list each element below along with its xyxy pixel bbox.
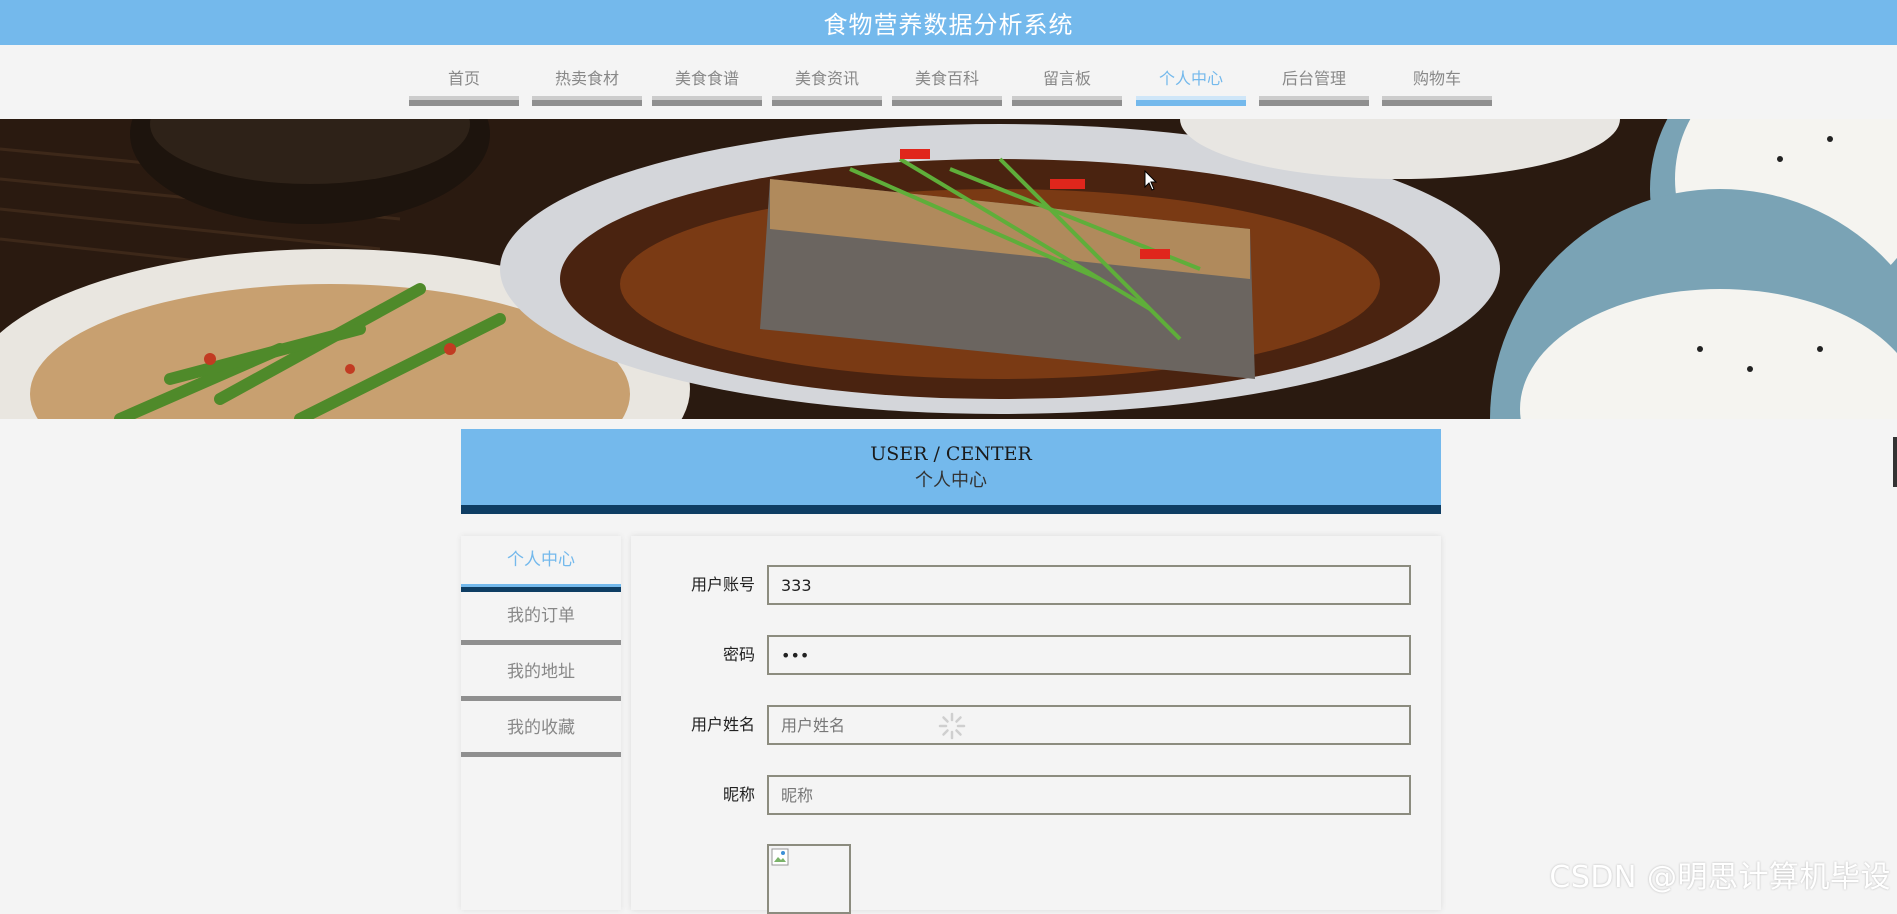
nav-item-label: 首页: [447, 69, 480, 88]
broken-image-icon: [771, 848, 789, 866]
sidebar-item-my-favorites[interactable]: 我的收藏: [461, 704, 621, 760]
password-input[interactable]: [767, 635, 1411, 675]
nav-item-label: 热卖食材: [554, 69, 619, 88]
nav-item-underline: [409, 96, 519, 106]
nav-item-recipes[interactable]: 美食食谱: [652, 65, 762, 110]
nav-item-label: 留言板: [1042, 69, 1091, 88]
nickname-input[interactable]: [767, 775, 1411, 815]
nav-item-underline: [1136, 96, 1246, 106]
sidebar-item-underline: [461, 696, 621, 701]
sidebar-item-my-orders[interactable]: 我的订单: [461, 592, 621, 648]
nav-item-underline: [1259, 96, 1369, 106]
nav-item-user-center[interactable]: 个人中心: [1136, 65, 1246, 110]
food-banner-image: [0, 119, 1897, 419]
nav-item-hot-ingredients[interactable]: 热卖食材: [532, 65, 642, 110]
nav-item-food-news[interactable]: 美食资讯: [772, 65, 882, 110]
avatar-image[interactable]: [767, 844, 851, 914]
nav-item-underline: [1382, 96, 1492, 106]
nav-item-home[interactable]: 首页: [409, 65, 519, 110]
nav-item-message-board[interactable]: 留言板: [1012, 65, 1122, 110]
user-center-header: USER / CENTER 个人中心: [461, 429, 1441, 514]
sidebar-item-label: 我的收藏: [507, 718, 575, 738]
sidebar-item-underline: [461, 640, 621, 645]
mouse-cursor-icon: [1144, 170, 1158, 191]
nav-item-label: 美食食谱: [674, 69, 739, 88]
form-row-username: 用户姓名: [631, 705, 1441, 745]
user-center-title-cn: 个人中心: [915, 469, 987, 491]
nav-item-underline: [532, 96, 642, 106]
profile-form: 用户账号 密码 用户姓名 昵称: [631, 536, 1441, 914]
nav-item-label: 后台管理: [1281, 69, 1346, 88]
csdn-watermark: CSDN @明思计算机毕设: [1549, 860, 1891, 895]
nickname-label: 昵称: [722, 785, 755, 804]
nav-item-label: 美食资讯: [794, 69, 859, 88]
user-center-title-en: USER / CENTER: [870, 442, 1032, 465]
form-row-account: 用户账号: [631, 565, 1441, 605]
sidebar-item-my-addresses[interactable]: 我的地址: [461, 648, 621, 704]
nav-item-label: 购物车: [1412, 69, 1461, 88]
site-title: 食物营养数据分析系统: [823, 11, 1074, 39]
sidebar-item-label: 我的订单: [507, 606, 575, 626]
banner-illustration: [0, 119, 1897, 419]
form-row-password: 密码: [631, 635, 1441, 675]
main-nav: 首页 热卖食材 美食食谱 美食资讯 美食百科 留言板 个人中心 后台管理 购物车: [0, 45, 1897, 119]
account-label: 用户账号: [690, 575, 755, 594]
sidebar-item-user-center[interactable]: 个人中心: [461, 536, 621, 592]
username-input[interactable]: [767, 705, 1411, 745]
sidebar-item-underline: [461, 584, 621, 592]
user-center-sidebar: 个人中心 我的订单 我的地址 我的收藏: [461, 536, 621, 910]
nav-item-underline: [652, 96, 762, 106]
nav-item-underline: [1012, 96, 1122, 106]
loading-spinner-icon: [938, 712, 966, 740]
scrollbar-thumb[interactable]: [1893, 437, 1897, 487]
account-input[interactable]: [767, 565, 1411, 605]
nav-item-food-encyclopedia[interactable]: 美食百科: [892, 65, 1002, 110]
nav-item-admin[interactable]: 后台管理: [1259, 65, 1369, 110]
username-label: 用户姓名: [690, 715, 755, 734]
sidebar-item-label: 我的地址: [507, 662, 575, 682]
nav-item-underline: [772, 96, 882, 106]
password-label: 密码: [722, 645, 755, 664]
sidebar-item-label: 个人中心: [507, 550, 575, 570]
nav-item-label: 个人中心: [1158, 69, 1223, 88]
nav-item-cart[interactable]: 购物车: [1382, 65, 1492, 110]
sidebar-item-underline: [461, 752, 621, 757]
nav-item-label: 美食百科: [914, 69, 979, 88]
nav-item-underline: [892, 96, 1002, 106]
form-row-nickname: 昵称: [631, 775, 1441, 815]
top-header-bar: 食物营养数据分析系统: [0, 0, 1897, 45]
